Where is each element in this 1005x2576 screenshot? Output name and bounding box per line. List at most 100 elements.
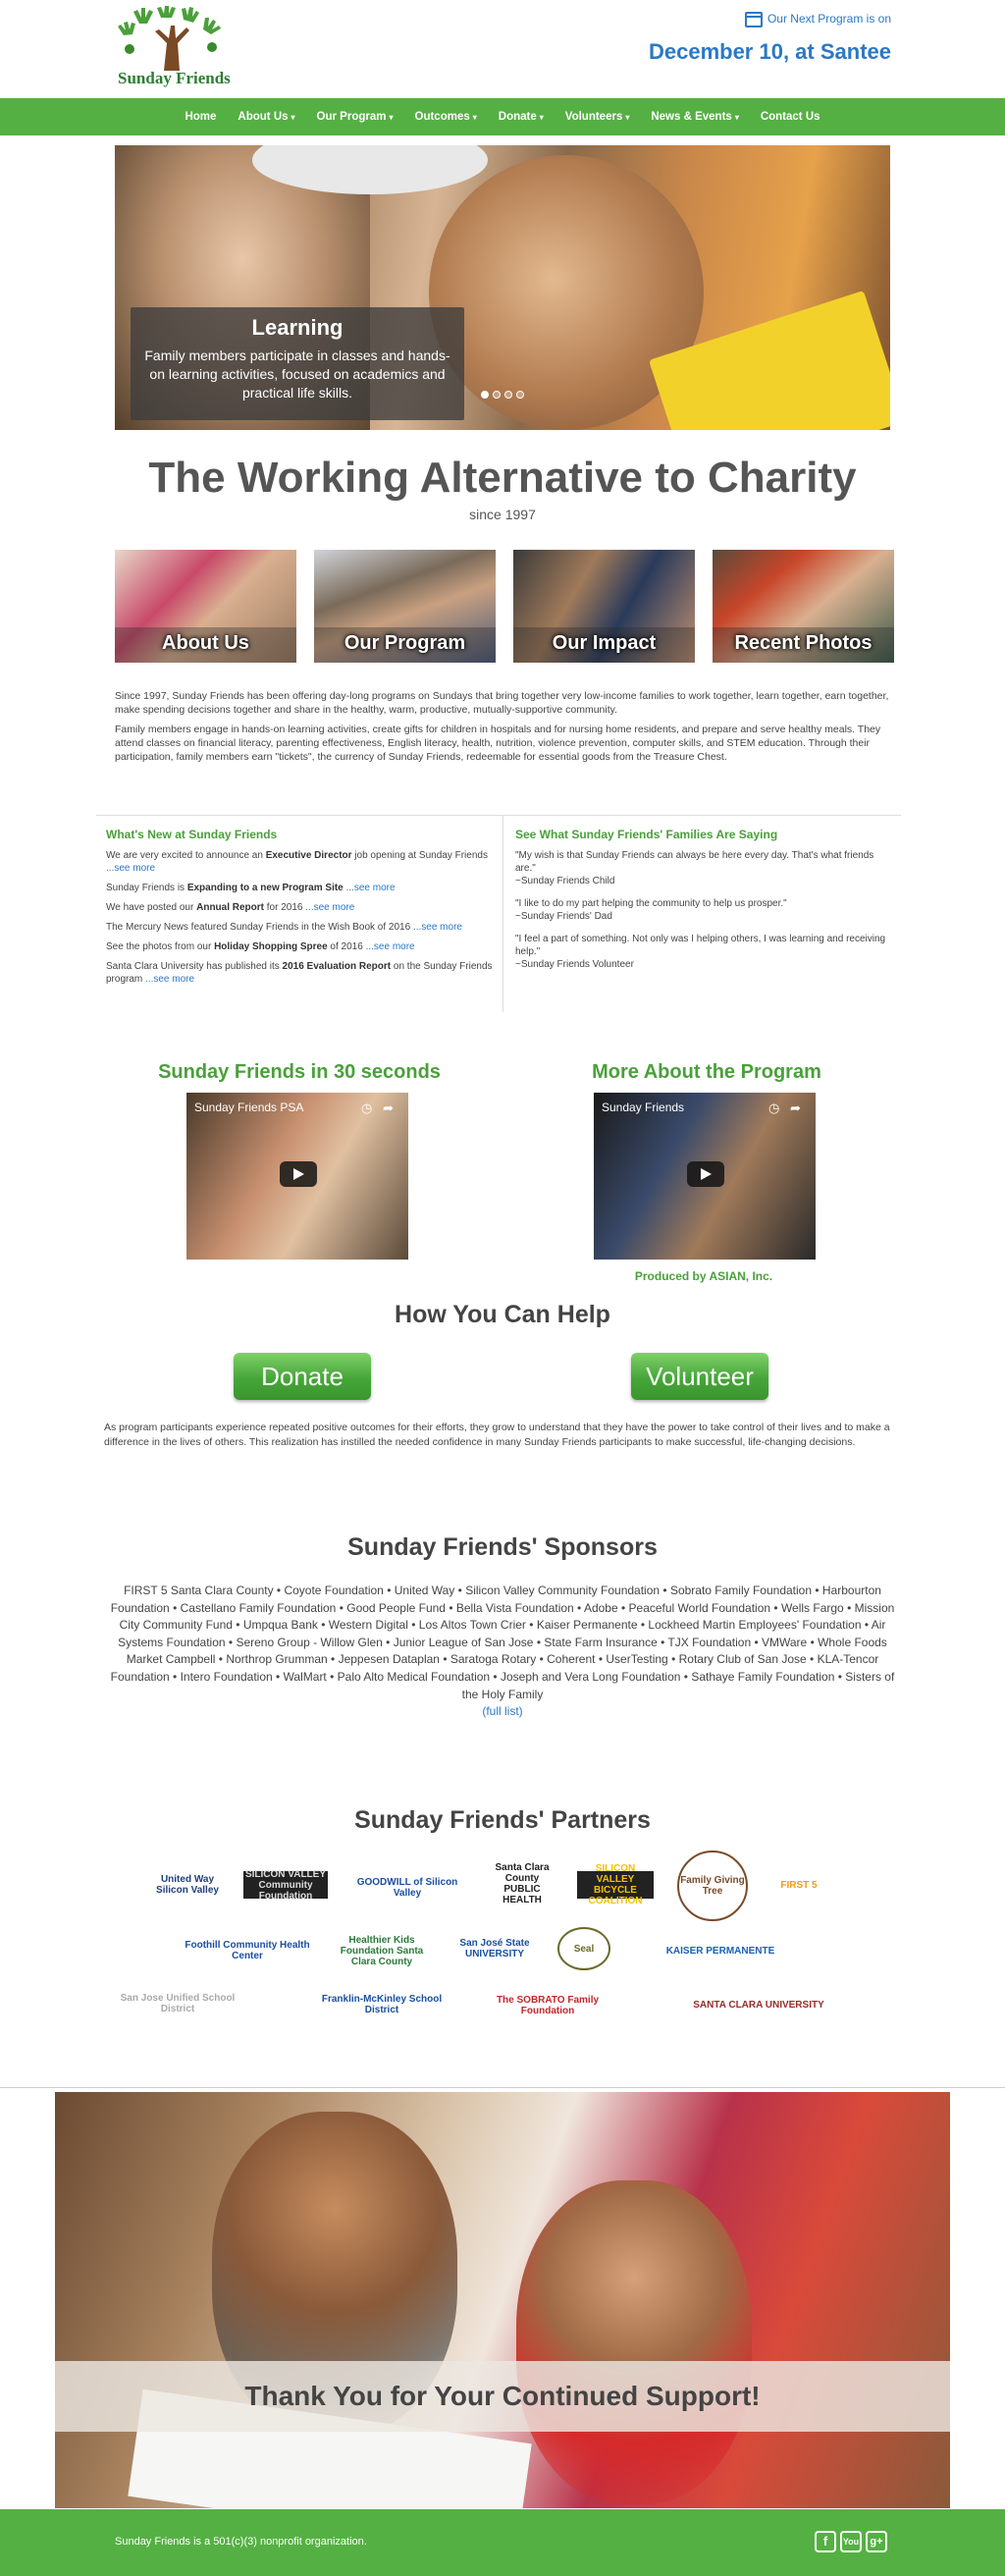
partner-logo[interactable]: KAISER PERMANENTE: [638, 1938, 803, 1963]
hero-slider[interactable]: Learning Family members participate in c…: [115, 145, 890, 430]
sponsor-name: Silicon Valley Community Foundation: [465, 1583, 661, 1597]
sponsor-name: Western Digital: [328, 1618, 408, 1633]
thank-you-text: Thank You for Your Continued Support!: [55, 2361, 950, 2432]
separator: •: [595, 1652, 607, 1667]
partner-logo[interactable]: Family Giving Tree: [677, 1851, 748, 1921]
video-title: Sunday Friends PSA: [194, 1100, 304, 1114]
nav-item-label: Home: [185, 111, 217, 123]
nav-item-our-program[interactable]: Our Program ▾: [306, 111, 404, 123]
play-icon[interactable]: [280, 1161, 317, 1187]
site-header: Sunday Friends Our Next Program is on De…: [0, 0, 1005, 98]
clock-icon[interactable]: ◷: [768, 1100, 779, 1116]
google-plus-icon[interactable]: g+: [866, 2531, 887, 2552]
news-item: The Mercury News featured Sunday Friends…: [106, 921, 495, 934]
tile-label: Our Program: [344, 632, 466, 654]
tile-our-impact[interactable]: Our Impact: [513, 550, 695, 663]
video-player[interactable]: Sunday Friends ◷ ➦: [594, 1093, 816, 1260]
social-links: f You g+: [815, 2531, 887, 2552]
share-icon[interactable]: ➦: [383, 1100, 394, 1116]
feature-tiles: About Us Our Program Our Impact Recent P…: [115, 550, 895, 663]
intro-paragraph: Since 1997, Sunday Friends has been offe…: [115, 690, 889, 716]
testimonial-author: ~Sunday Friends' Dad: [515, 911, 612, 922]
slider-dot[interactable]: [481, 391, 489, 399]
share-icon[interactable]: ➦: [790, 1100, 801, 1116]
tile-our-program[interactable]: Our Program: [314, 550, 496, 663]
partner-logo[interactable]: United Way Silicon Valley: [154, 1863, 221, 1906]
see-more-link[interactable]: ...see more: [413, 922, 462, 933]
nav-item-label: Outcomes: [414, 111, 470, 123]
slider-dot[interactable]: [504, 391, 512, 399]
news-highlight: 2016 Evaluation Report: [282, 961, 392, 972]
news-highlight: Executive Director: [265, 850, 352, 861]
news-highlight: Expanding to a new Program Site: [186, 883, 344, 893]
partner-logo[interactable]: SILICON VALLEY Community Foundation: [243, 1869, 328, 1902]
separator: •: [383, 1583, 395, 1597]
facebook-icon[interactable]: f: [815, 2531, 836, 2552]
nav-item-donate[interactable]: Donate ▾: [488, 111, 555, 123]
full-list-link[interactable]: (full list): [482, 1704, 522, 1718]
nav-item-news-events[interactable]: News & Events ▾: [640, 111, 749, 123]
news-item: We have posted our Annual Report for 201…: [106, 901, 495, 914]
intro-text: Since 1997, Sunday Friends has been offe…: [115, 689, 895, 770]
sponsor-name: Rotary Club of San Jose: [678, 1652, 807, 1667]
quotes-list: "My wish is that Sunday Friends can alwa…: [515, 849, 891, 971]
clock-icon[interactable]: ◷: [361, 1100, 372, 1116]
play-icon[interactable]: [687, 1161, 724, 1187]
divider: [0, 2087, 1005, 2088]
nav-item-volunteers[interactable]: Volunteers ▾: [555, 111, 641, 123]
see-more-link[interactable]: ...see more: [366, 941, 415, 952]
logo[interactable]: Sunday Friends: [110, 6, 233, 94]
youtube-icon[interactable]: You: [840, 2531, 862, 2552]
partner-logo[interactable]: San José State UNIVERSITY: [451, 1934, 538, 1963]
news-text: See the photos from our: [106, 941, 215, 952]
partner-logo[interactable]: The SOBRATO Family Foundation: [489, 1985, 607, 2026]
sponsor-name: Intero Foundation: [180, 1669, 273, 1684]
separator: •: [667, 1652, 679, 1667]
sponsor-name: Coherent: [547, 1652, 596, 1667]
next-program-date: December 10, at Santee: [648, 39, 891, 64]
news-text: for 2016: [264, 902, 306, 913]
next-program-link[interactable]: Our Next Program is on: [744, 12, 891, 27]
sponsor-name: Lockheed Martin Employees' Foundation: [648, 1618, 862, 1633]
sponsor-name: Joseph and Vera Long Foundation: [500, 1669, 681, 1684]
see-more-link[interactable]: ...see more: [346, 883, 396, 893]
tile-about-us[interactable]: About Us: [115, 550, 296, 663]
sponsor-name: Adobe: [583, 1600, 618, 1615]
partner-logo[interactable]: Santa Clara County PUBLIC HEALTH: [486, 1862, 558, 1905]
slider-dot[interactable]: [516, 391, 524, 399]
partner-logo[interactable]: Seal: [557, 1927, 610, 1970]
partner-logo[interactable]: SILICON VALLEY BICYCLE COALITION: [577, 1863, 654, 1906]
partner-logo[interactable]: SANTA CLARA UNIVERSITY: [644, 1991, 873, 2018]
sponsor-name: Saratoga Rotary: [450, 1652, 537, 1667]
partner-logo[interactable]: San Jose Unified School District: [104, 1989, 251, 2018]
see-more-link[interactable]: ...see more: [106, 863, 155, 874]
separator: •: [327, 1652, 339, 1667]
donate-button[interactable]: Donate: [234, 1353, 371, 1400]
nav-item-about-us[interactable]: About Us ▾: [227, 111, 305, 123]
see-more-link[interactable]: ...see more: [145, 974, 194, 985]
hero-text: Family members participate in classes an…: [144, 348, 450, 401]
partner-logo[interactable]: Franklin-McKinley School District: [306, 1987, 457, 2022]
slider-dot[interactable]: [493, 391, 501, 399]
sponsor-name: Junior League of San Jose: [393, 1635, 534, 1649]
nav-item-contact-us[interactable]: Contact Us: [750, 111, 831, 123]
news-text: of 2016: [327, 941, 366, 952]
hero-title: Learning: [251, 315, 344, 340]
logo-text: Sunday Friends: [118, 69, 231, 87]
sponsor-name: Jeppesen Dataplan: [338, 1652, 440, 1667]
nav-item-home[interactable]: Home: [174, 111, 227, 123]
video-title: Sunday Friends: [602, 1100, 685, 1114]
sponsor-name: Bella Vista Foundation: [455, 1600, 574, 1615]
partner-logo[interactable]: GOODWILL of Silicon Valley: [351, 1871, 463, 1905]
partner-logo[interactable]: Healthier Kids Foundation Santa Clara Co…: [329, 1934, 435, 1967]
sponsor-name: Kaiser Permanente: [536, 1618, 638, 1633]
testimonial: "I like to do my part helping the commun…: [515, 897, 891, 923]
nav-item-outcomes[interactable]: Outcomes ▾: [404, 111, 488, 123]
partner-logo[interactable]: Foothill Community Health Center: [185, 1936, 310, 1965]
tile-recent-photos[interactable]: Recent Photos: [713, 550, 894, 663]
separator: •: [272, 1669, 284, 1684]
volunteer-button[interactable]: Volunteer: [631, 1353, 768, 1400]
video-player[interactable]: Sunday Friends PSA ◷ ➦: [186, 1093, 408, 1260]
see-more-link[interactable]: ...see more: [305, 902, 354, 913]
partner-logo[interactable]: FIRST 5: [769, 1853, 828, 1916]
